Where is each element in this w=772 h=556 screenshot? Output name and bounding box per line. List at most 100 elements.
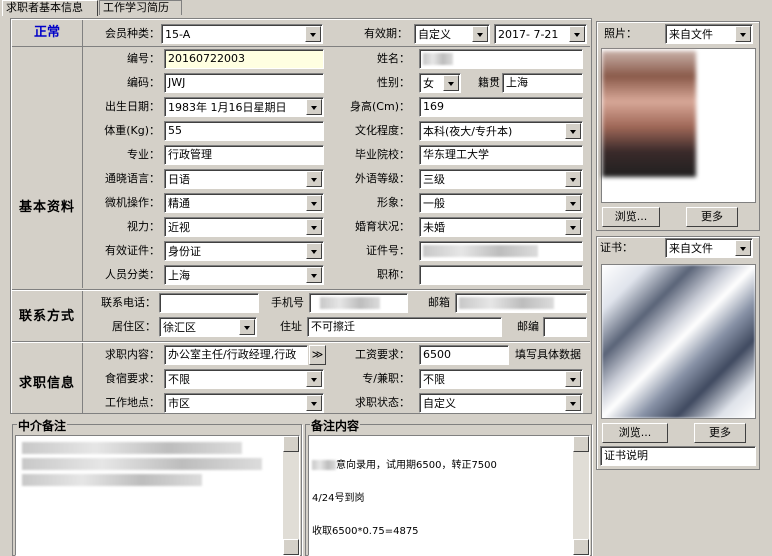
id-no-field[interactable]: 20160722003 (164, 49, 324, 69)
redacted-text (320, 297, 380, 309)
chevron-down-icon[interactable] (735, 240, 751, 256)
weight-field[interactable]: 55 (164, 121, 324, 141)
chevron-down-icon[interactable] (306, 395, 322, 411)
chevron-down-icon[interactable] (306, 171, 322, 187)
vision-select[interactable]: 近视 (164, 217, 324, 237)
school-label: 毕业院校： (355, 148, 410, 161)
chevron-down-icon[interactable] (565, 219, 581, 235)
valid-cert-select[interactable]: 身份证 (164, 241, 324, 261)
validity-date-picker[interactable]: 2017- 7-21 (494, 24, 587, 44)
location-select[interactable]: 市区 (164, 393, 324, 413)
chevron-down-icon[interactable] (565, 195, 581, 211)
board-select[interactable]: 不限 (164, 369, 324, 389)
redacted-text (22, 458, 262, 470)
redacted-text (22, 442, 242, 454)
computer-select[interactable]: 精通 (164, 193, 324, 213)
education-select[interactable]: 本科(夜大/专升本) (419, 121, 583, 141)
education-label: 文化程度： (355, 124, 410, 137)
email-field[interactable] (455, 293, 587, 313)
chevron-down-icon[interactable] (239, 319, 255, 335)
section-basic-title: 基本资料 (18, 200, 75, 215)
title-field[interactable] (419, 265, 583, 285)
marital-select[interactable]: 未婚 (419, 217, 583, 237)
photo-more-button[interactable]: 更多 (686, 207, 738, 227)
name-field[interactable] (419, 49, 583, 69)
agent-notes-title: 中介备注 (17, 417, 68, 434)
chevron-down-icon[interactable] (565, 171, 581, 187)
chevron-down-icon[interactable] (443, 75, 459, 91)
chevron-down-icon[interactable] (565, 395, 581, 411)
scroll-up-button[interactable] (283, 436, 299, 452)
notes-textarea[interactable]: 意向录用，试用期6500，转正7500 4/24号到岗 收取6500*0.75=… (308, 435, 590, 556)
job-content-more-button[interactable]: ≫ (309, 345, 326, 365)
notes-line: 收取6500*0.75=4875 (312, 526, 419, 537)
chevron-down-icon[interactable] (306, 99, 322, 115)
cert-no-field[interactable] (419, 241, 583, 261)
school-field[interactable]: 华东理工大学 (419, 145, 583, 165)
certificate-desc-field[interactable]: 证书说明 (600, 446, 756, 466)
mobile-label: 手机号 (271, 296, 304, 309)
scrollbar[interactable] (283, 436, 299, 555)
phone-field[interactable] (159, 293, 259, 313)
gender-select[interactable]: 女 (419, 73, 461, 93)
code-label: 编码： (127, 76, 160, 89)
image-select[interactable]: 一般 (419, 193, 583, 213)
certificate-more-button[interactable]: 更多 (694, 423, 746, 443)
district-select[interactable]: 徐汇区 (159, 317, 257, 337)
divider (82, 20, 83, 288)
chevron-down-icon[interactable] (472, 26, 488, 42)
chevron-down-icon[interactable] (306, 243, 322, 259)
person-type-select[interactable]: 上海 (164, 265, 324, 285)
photo-frame (601, 48, 756, 203)
chevron-down-icon[interactable] (306, 371, 322, 387)
name-label: 姓名： (377, 52, 410, 65)
chevron-down-icon[interactable] (569, 26, 585, 42)
redacted-text (312, 460, 336, 470)
height-field[interactable]: 169 (419, 97, 583, 117)
chevron-down-icon[interactable] (306, 219, 322, 235)
photo-source-select[interactable]: 来自文件 (665, 24, 753, 44)
foreign-level-select[interactable]: 三级 (419, 169, 583, 189)
member-type-select[interactable]: 15-A (161, 24, 323, 44)
scroll-up-button[interactable] (573, 436, 589, 452)
job-content-label: 求职内容： (105, 348, 160, 361)
chevron-down-icon[interactable] (565, 371, 581, 387)
gender-label: 性别： (377, 76, 410, 89)
job-content-field[interactable]: 办公室主任/行政经理,行政 (164, 345, 308, 365)
tab-resume[interactable]: 工作学习简历 (99, 0, 182, 15)
member-type-label: 会员种类： (105, 27, 160, 40)
chevron-down-icon[interactable] (306, 267, 322, 283)
fulltime-select[interactable]: 不限 (419, 369, 583, 389)
certificate-source-select[interactable]: 来自文件 (665, 238, 753, 258)
certificate-browse-button[interactable]: 浏览... (602, 423, 668, 443)
major-field[interactable]: 行政管理 (164, 145, 324, 165)
code-field[interactable]: JWJ (164, 73, 324, 93)
postcode-field[interactable] (543, 317, 587, 337)
tab-basic-info[interactable]: 求职者基本信息 (2, 0, 98, 16)
scroll-down-button[interactable] (283, 539, 299, 555)
chevron-down-icon[interactable] (565, 123, 581, 139)
chevron-down-icon[interactable] (305, 26, 321, 42)
language-select[interactable]: 日语 (164, 169, 324, 189)
photo-browse-button[interactable]: 浏览... (602, 207, 660, 227)
scroll-down-button[interactable] (573, 539, 589, 555)
address-field[interactable]: 不可擦迁 (307, 317, 502, 337)
birth-date-picker[interactable]: 1983年 1月16日星期日 (164, 97, 324, 117)
job-status-select[interactable]: 自定义 (419, 393, 583, 413)
validity-type-select[interactable]: 自定义 (414, 24, 490, 44)
section-contact-title: 联系方式 (18, 309, 75, 324)
valid-cert-label: 有效证件： (105, 244, 160, 257)
redacted-text (423, 53, 453, 65)
photo-label: 照片： (604, 27, 637, 40)
salary-label: 工资要求： (355, 348, 410, 361)
height-label: 身高(Cm)： (350, 100, 410, 113)
agent-notes-textarea[interactable] (15, 435, 300, 556)
chevron-down-icon[interactable] (735, 26, 751, 42)
birth-label: 出生日期： (105, 100, 160, 113)
location-label: 工作地点： (105, 396, 160, 409)
mobile-field[interactable] (309, 293, 408, 313)
scrollbar[interactable] (573, 436, 589, 555)
salary-field[interactable]: 6500 (419, 345, 509, 365)
chevron-down-icon[interactable] (306, 195, 322, 211)
native-field[interactable]: 上海 (502, 73, 583, 93)
